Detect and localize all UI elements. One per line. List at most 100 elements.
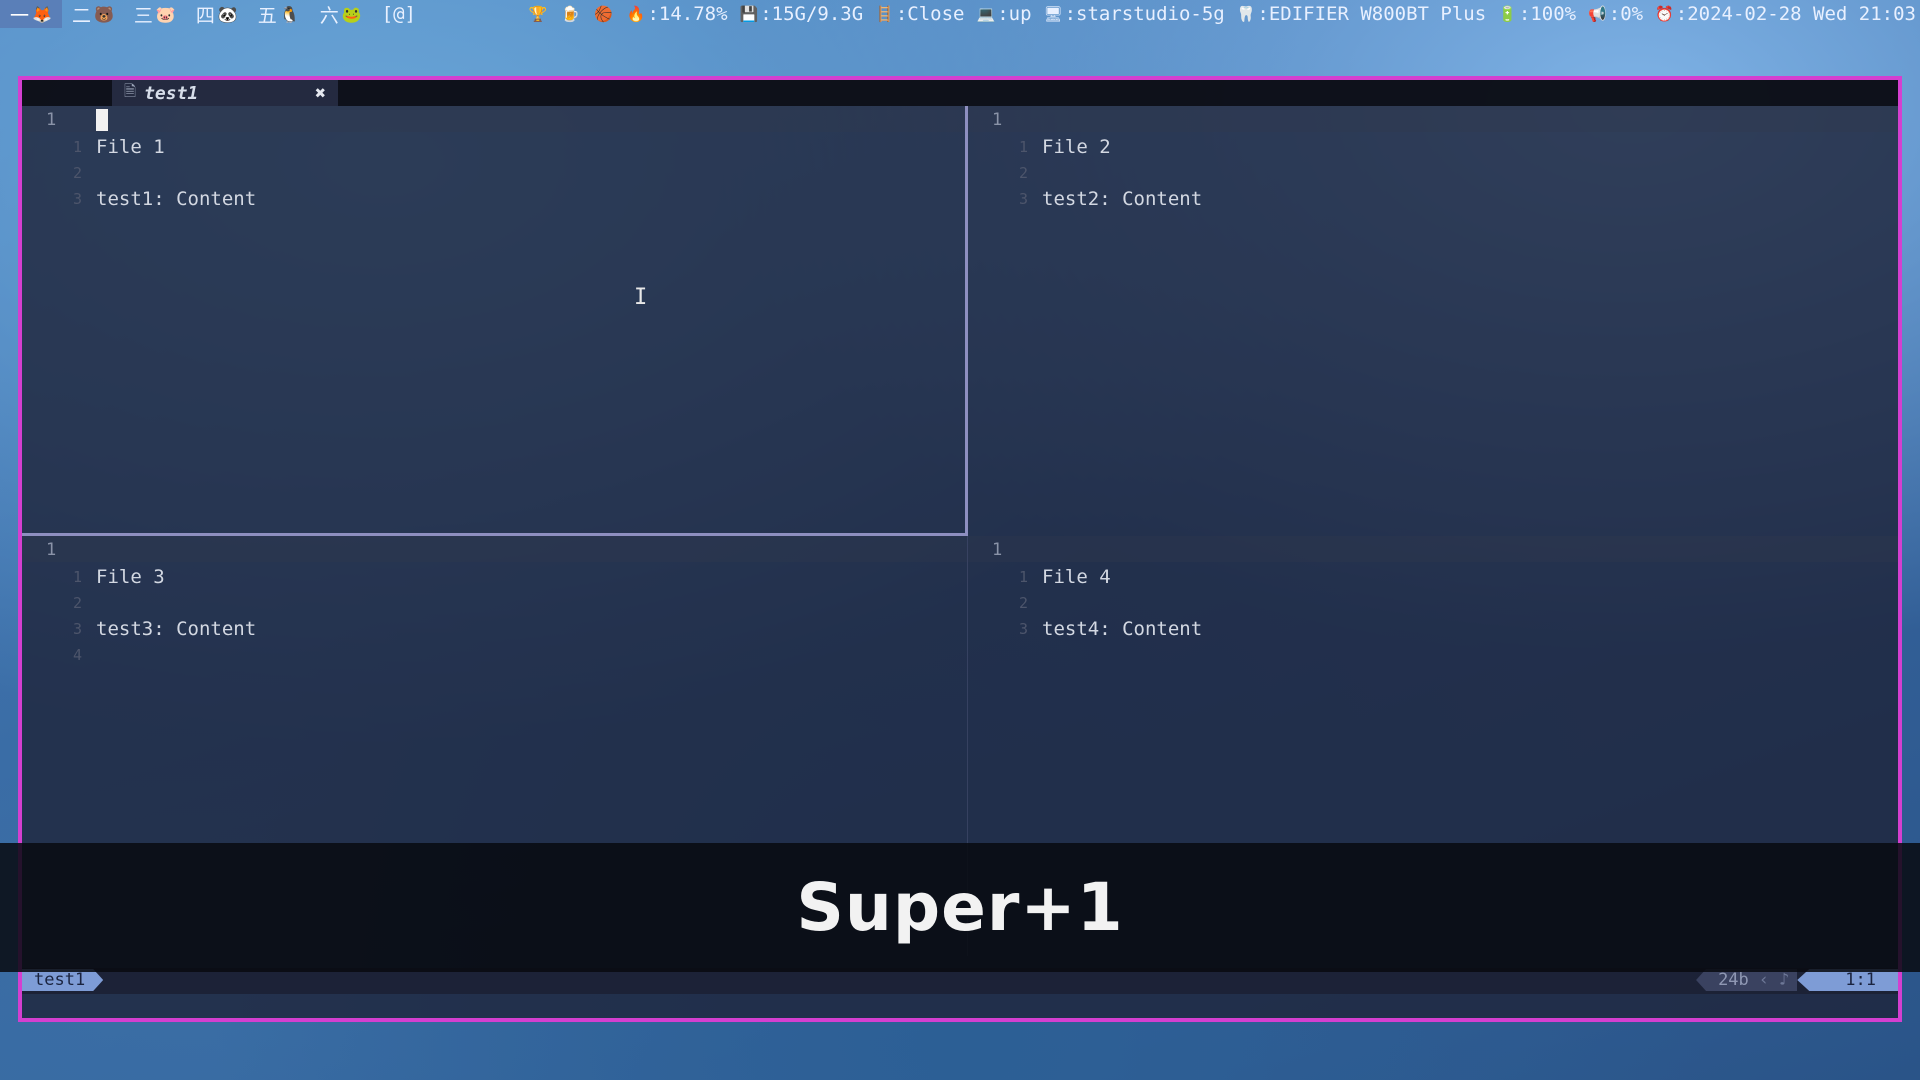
header-line-number: 1: [992, 110, 1003, 130]
code-lines[interactable]: 1 File 3 2 3 test3: Content 4: [22, 565, 967, 669]
ball-widget[interactable]: 🏀: [594, 5, 615, 23]
statusline-size: 24b ‹ ♪: [1696, 969, 1798, 991]
code-lines[interactable]: 1 File 2 2 3 test2: Content: [968, 135, 1898, 213]
workspace-label: 五: [257, 4, 277, 27]
tab-test1[interactable]: 🗎 test1 ✖: [112, 80, 338, 106]
memory-icon: 💾: [739, 5, 759, 23]
workspace-2[interactable]: 二 🐻: [62, 0, 124, 28]
network-status: :up: [997, 3, 1032, 25]
clock-widget[interactable]: ⏰ :2024-02-28 Wed 21:03: [1655, 3, 1916, 25]
file-icon: 🗎: [124, 81, 137, 100]
code-line[interactable]: 3 test3: Content: [22, 617, 967, 643]
ibeam-cursor-icon: 𝙸: [634, 285, 648, 310]
code-lines[interactable]: 1 File 1 2 3 test1: Content: [22, 135, 965, 213]
file-size: 24b: [1718, 970, 1749, 990]
editor-pane-1[interactable]: 1 1 File 1 2 3 test1: Content: [22, 106, 968, 536]
workspace-label: 一: [10, 4, 30, 27]
editor-pane-2[interactable]: 1 1 File 2 2 3 test2: Content: [968, 106, 1898, 536]
volume-level: :0%: [1608, 3, 1644, 25]
vpn-status: :Close: [895, 3, 965, 25]
workspace-label: 三: [133, 4, 153, 27]
line-text[interactable]: test1: Content: [96, 188, 256, 210]
line-number: 3: [1018, 190, 1028, 208]
pig-icon: 🐷: [155, 4, 176, 24]
workspace-6[interactable]: 六 🐸: [310, 0, 372, 28]
volume-widget[interactable]: 📢 :0%: [1588, 3, 1643, 25]
workspace-label: 六: [319, 4, 339, 27]
line-number: 4: [72, 646, 82, 664]
line-number: 3: [1018, 620, 1028, 638]
workspace-3[interactable]: 三 🐷: [124, 0, 186, 28]
panda-icon: 🐼: [217, 4, 238, 24]
tab-bar: 🗎 test1 ✖: [22, 80, 1898, 106]
monitor-icon: 🖥: [1043, 5, 1063, 23]
header-line-number: 1: [46, 540, 57, 560]
headphones-icon: 🦷: [1236, 5, 1256, 23]
frog-icon: 🐸: [341, 4, 362, 24]
code-line[interactable]: 3 test2: Content: [968, 187, 1898, 213]
trophy-widget[interactable]: 🏆: [529, 5, 550, 23]
code-line[interactable]: 1 File 4: [968, 565, 1898, 591]
code-line[interactable]: 1 File 2: [968, 135, 1898, 161]
trophy-icon: 🏆: [528, 5, 548, 23]
keystroke-overlay: Super+1: [0, 843, 1920, 972]
code-line[interactable]: 1 File 3: [22, 565, 967, 591]
code-line[interactable]: 2: [22, 161, 965, 187]
code-line[interactable]: 3 test4: Content: [968, 617, 1898, 643]
workspace-label: 二: [71, 4, 91, 27]
line-text[interactable]: File 1: [96, 136, 165, 158]
code-line[interactable]: 3 test1: Content: [22, 187, 965, 213]
beer-icon: 🍺: [561, 5, 581, 23]
line-number: 2: [1018, 164, 1028, 182]
line-text[interactable]: test4: Content: [1042, 618, 1202, 640]
line-text[interactable]: test2: Content: [1042, 188, 1202, 210]
bluetooth-widget[interactable]: 🦷 :EDIFIER W800BT Plus: [1237, 3, 1486, 25]
cpu-widget[interactable]: 🔥 :14.78%: [627, 3, 728, 25]
workspace-4[interactable]: 四 🐼: [186, 0, 248, 28]
chevron-left-icon: ‹: [1758, 970, 1770, 990]
cursor-position: 1:1: [1797, 969, 1898, 991]
pane-header: 1: [968, 536, 1898, 562]
code-line[interactable]: 4: [22, 643, 967, 669]
line-text[interactable]: File 3: [96, 566, 165, 588]
basketball-icon: 🏀: [594, 5, 613, 23]
workspace-1[interactable]: 一 🦊: [0, 0, 62, 28]
code-line[interactable]: 2: [968, 591, 1898, 617]
clock-text: :2024-02-28 Wed 21:03: [1675, 3, 1916, 25]
memory-widget[interactable]: 💾 :15G/9.3G: [740, 3, 864, 25]
fox-icon: 🦊: [32, 4, 52, 24]
line-text[interactable]: test3: Content: [96, 618, 256, 640]
layout-indicator[interactable]: [@]: [372, 0, 426, 28]
line-text[interactable]: File 2: [1042, 136, 1111, 158]
wifi-widget[interactable]: 🖥 :starstudio-5g: [1044, 3, 1225, 25]
line-number: 1: [1018, 568, 1028, 586]
line-text[interactable]: File 4: [1042, 566, 1111, 588]
bell-icon: ♪: [1779, 970, 1790, 990]
vpn-widget[interactable]: 🪜 :Close: [875, 3, 964, 25]
statusline-filename: test1: [22, 969, 103, 991]
header-line-number: 1: [46, 110, 57, 130]
line-number: 2: [1018, 594, 1028, 612]
code-line[interactable]: 2: [968, 161, 1898, 187]
penguin-icon: 🐧: [279, 4, 300, 24]
line-number: 1: [72, 568, 82, 586]
workspace-5[interactable]: 五 🐧: [248, 0, 310, 28]
pane-header: 1: [22, 536, 967, 562]
battery-level: :100%: [1518, 3, 1577, 25]
key-combo-text: Super+1: [796, 869, 1124, 946]
battery-widget[interactable]: 🔋 :100%: [1498, 3, 1576, 25]
text-cursor: [96, 109, 108, 131]
beer-widget[interactable]: 🍺: [561, 5, 582, 23]
bear-icon: 🐻: [93, 4, 114, 24]
status-area: 🏆 🍺 🏀 🔥 :14.78% 💾 :15G/9.3G 🪜 :Close 💻 :…: [517, 0, 1916, 28]
laptop-icon: 💻: [976, 5, 996, 23]
line-number: 3: [72, 620, 82, 638]
network-widget[interactable]: 💻 :up: [977, 3, 1032, 25]
close-icon[interactable]: ✖: [315, 83, 326, 104]
code-lines[interactable]: 1 File 4 2 3 test4: Content: [968, 565, 1898, 643]
line-number: 2: [72, 164, 82, 182]
code-line[interactable]: 2: [22, 591, 967, 617]
line-number: 1: [1018, 138, 1028, 156]
code-line[interactable]: 1 File 1: [22, 135, 965, 161]
pane-header: 1: [968, 106, 1898, 132]
